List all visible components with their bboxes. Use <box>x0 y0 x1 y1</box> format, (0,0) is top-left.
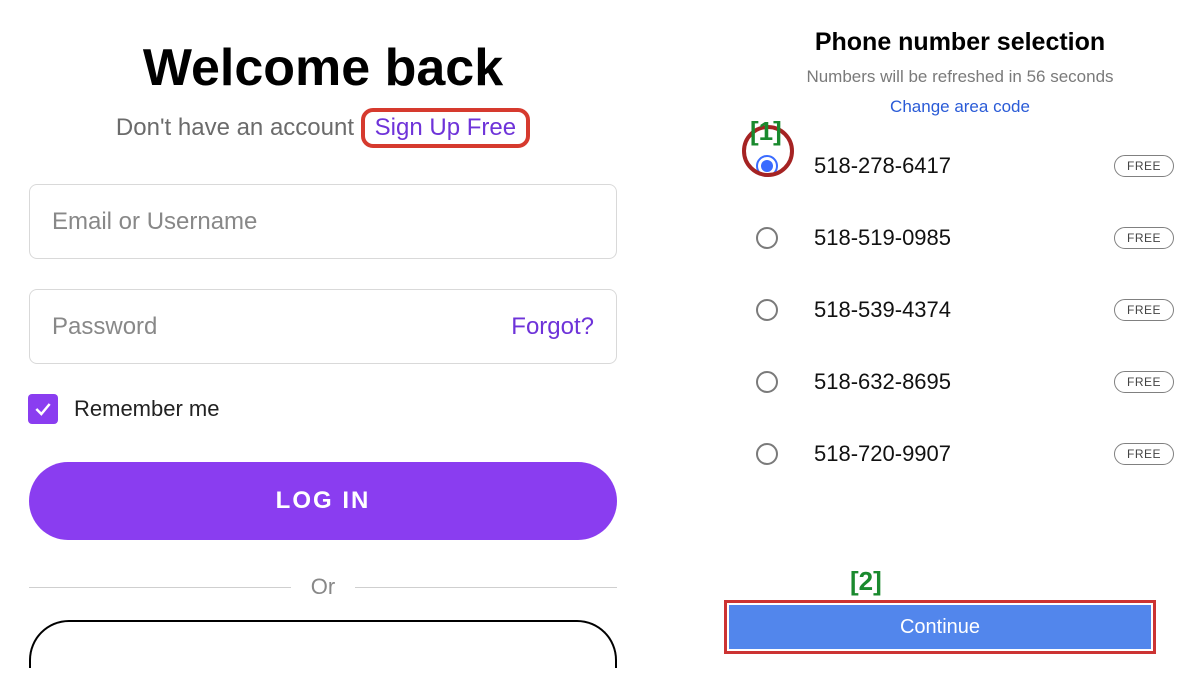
remember-label: Remember me <box>74 396 219 422</box>
divider-line-left <box>29 587 291 588</box>
page-title: Welcome back <box>18 38 628 98</box>
free-badge: FREE <box>1114 227 1174 249</box>
number-radio[interactable] <box>756 299 778 321</box>
or-divider: Or <box>29 574 617 600</box>
number-radio[interactable] <box>756 371 778 393</box>
password-field[interactable]: Password Forgot? <box>29 289 617 364</box>
login-button[interactable]: LOG IN <box>29 462 617 540</box>
change-area-code-link[interactable]: Change area code <box>730 97 1190 117</box>
login-pane: Welcome back Don't have an account Sign … <box>18 38 628 668</box>
continue-highlight: Continue <box>724 600 1156 654</box>
annotation-step2: [2] <box>850 566 882 597</box>
refresh-info: Numbers will be refreshed in 56 seconds <box>730 67 1190 87</box>
number-label: 518-539-4374 <box>814 297 951 323</box>
free-badge: FREE <box>1114 299 1174 321</box>
number-radio[interactable] <box>756 227 778 249</box>
remember-row: Remember me <box>28 394 628 424</box>
email-field[interactable]: Email or Username <box>29 184 617 259</box>
number-radio[interactable] <box>756 443 778 465</box>
remember-checkbox[interactable] <box>28 394 58 424</box>
signup-link[interactable]: Sign Up Free <box>361 108 530 148</box>
number-label: 518-278-6417 <box>814 153 951 179</box>
free-badge: FREE <box>1114 443 1174 465</box>
divider-line-right <box>355 587 617 588</box>
check-icon <box>33 399 53 419</box>
number-row[interactable]: 518-539-4374 FREE <box>730 283 1190 337</box>
password-placeholder: Password <box>52 313 157 341</box>
number-label: 518-632-8695 <box>814 369 951 395</box>
forgot-link[interactable]: Forgot? <box>511 313 594 341</box>
free-badge: FREE <box>1114 371 1174 393</box>
selection-title: Phone number selection <box>730 28 1190 57</box>
number-row[interactable]: 518-720-9907 FREE <box>730 427 1190 481</box>
signup-line: Don't have an account Sign Up Free <box>18 108 628 148</box>
continue-button[interactable]: Continue <box>729 605 1151 649</box>
number-row[interactable]: 518-278-6417 FREE <box>730 139 1190 193</box>
number-row[interactable]: 518-632-8695 FREE <box>730 355 1190 409</box>
alt-login-button[interactable] <box>29 620 617 668</box>
free-badge: FREE <box>1114 155 1174 177</box>
number-label: 518-519-0985 <box>814 225 951 251</box>
signup-prefix: Don't have an account <box>116 114 361 141</box>
number-selection-pane: Phone number selection Numbers will be r… <box>730 28 1190 499</box>
number-list: 518-278-6417FREE518-519-0985FREE518-539-… <box>730 139 1190 481</box>
or-label: Or <box>311 574 335 600</box>
number-row[interactable]: 518-519-0985 FREE <box>730 211 1190 265</box>
email-placeholder: Email or Username <box>52 208 257 236</box>
number-label: 518-720-9907 <box>814 441 951 467</box>
number-radio[interactable] <box>756 155 778 177</box>
